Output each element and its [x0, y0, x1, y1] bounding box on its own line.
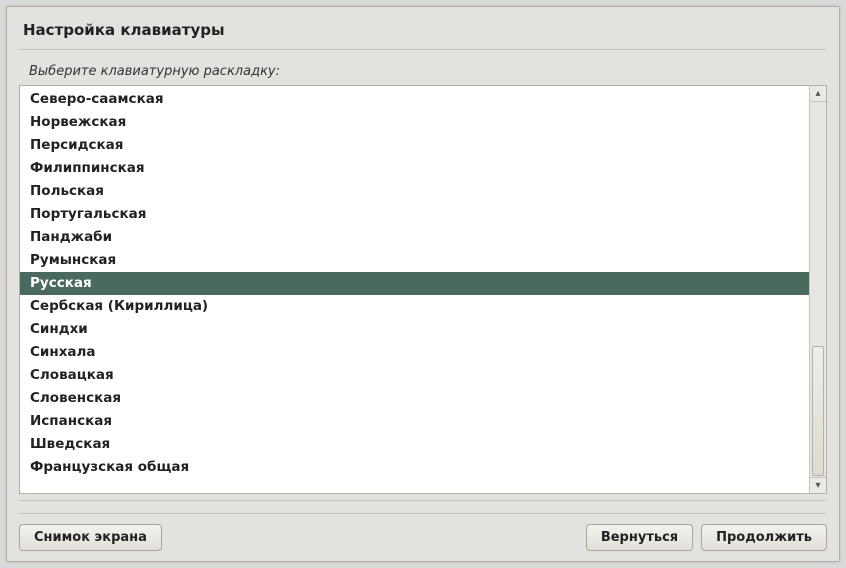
layout-prompt: Выберите клавиатурную раскладку: — [29, 64, 821, 79]
list-item[interactable]: Норвежская — [20, 111, 809, 134]
list-item[interactable]: Персидская — [20, 134, 809, 157]
back-button[interactable]: Вернуться — [586, 524, 693, 551]
scroll-up-icon[interactable]: ▴ — [810, 86, 826, 102]
list-item[interactable]: Словацкая — [20, 364, 809, 387]
continue-button[interactable]: Продолжить — [701, 524, 827, 551]
list-item[interactable]: Испанская — [20, 410, 809, 433]
screenshot-button[interactable]: Снимок экрана — [19, 524, 162, 551]
list-item[interactable]: Северо-саамская — [20, 88, 809, 111]
page-title: Настройка клавиатуры — [23, 21, 823, 39]
spacer — [162, 524, 586, 551]
scroll-thumb[interactable] — [812, 346, 824, 476]
list-item[interactable]: Синхала — [20, 341, 809, 364]
divider — [19, 500, 827, 501]
list-item[interactable]: Шведская — [20, 433, 809, 456]
list-item[interactable]: Филиппинская — [20, 157, 809, 180]
list-item[interactable]: Синдхи — [20, 318, 809, 341]
divider — [19, 49, 827, 50]
footer: Снимок экрана Вернуться Продолжить — [19, 513, 827, 551]
scroll-down-icon[interactable]: ▾ — [810, 477, 826, 493]
installer-window: Настройка клавиатуры Выберите клавиатурн… — [6, 6, 840, 562]
list-item[interactable]: Польская — [20, 180, 809, 203]
layout-list-container: Северо-саамскаяНорвежскаяПерсидскаяФилип… — [19, 85, 827, 494]
list-item[interactable]: Словенская — [20, 387, 809, 410]
list-item[interactable]: Панджаби — [20, 226, 809, 249]
layout-list[interactable]: Северо-саамскаяНорвежскаяПерсидскаяФилип… — [20, 86, 809, 493]
scrollbar[interactable]: ▴ ▾ — [809, 86, 826, 493]
list-item[interactable]: Русская — [20, 272, 809, 295]
list-item[interactable]: Румынская — [20, 249, 809, 272]
list-item[interactable]: Французская общая — [20, 456, 809, 479]
list-item[interactable]: Португальская — [20, 203, 809, 226]
list-item[interactable]: Сербская (Кириллица) — [20, 295, 809, 318]
